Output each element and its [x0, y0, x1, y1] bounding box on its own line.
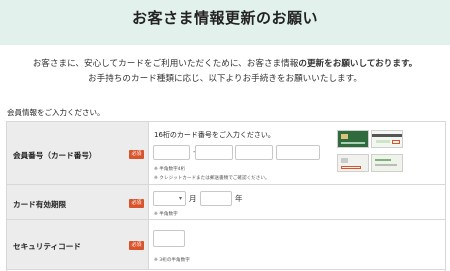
- card-number-header: 会員番号（カード番号） 必須: [7, 122, 149, 184]
- security-code-label: セキュリティコード: [13, 242, 81, 251]
- required-badge: 必須: [129, 199, 144, 208]
- card-number-input-1[interactable]: [153, 145, 190, 160]
- expiry-month-select[interactable]: ▾: [153, 191, 186, 206]
- security-code-note: ※ 3桁の半角数字: [154, 258, 190, 263]
- section-label: 会員情報をご入力ください。: [7, 108, 105, 117]
- member-info-form: 会員番号（カード番号） 必須 16桁のカード番号をご入力ください。 - - - …: [6, 121, 446, 271]
- card-number-hint: 16桁のカード番号をご入力ください。: [154, 131, 275, 139]
- card-number-label: 会員番号（カード番号）: [13, 151, 97, 160]
- month-unit: 月: [189, 194, 197, 203]
- card-number-row: 会員番号（カード番号） 必須 16桁のカード番号をご入力ください。 - - - …: [7, 122, 445, 185]
- card-image-front: [337, 130, 369, 148]
- expiry-note: ※ 半角数字: [154, 212, 178, 217]
- expiry-label: カード有効期限: [13, 200, 67, 209]
- card-image-back: [371, 130, 403, 148]
- card-image-front-alt: [337, 154, 369, 172]
- security-code-header: セキュリティコード 必須: [7, 220, 149, 269]
- card-number-note-confirm: ※ クレジットカードまたは郵送書類でご確認ください。: [154, 176, 270, 181]
- card-number-input-4[interactable]: [276, 145, 320, 160]
- intro-line-1-start: お客さまに、安心してカードをご利用いただくために、お客さま情報: [32, 59, 299, 69]
- expiry-header: カード有効期限 必須: [7, 185, 149, 219]
- required-badge: 必須: [129, 241, 144, 250]
- page-title: お客さま情報更新のお願い: [131, 9, 318, 27]
- expiry-row: カード有効期限 必須 ▾ 月 年 ※ 半角数字: [7, 185, 445, 220]
- card-number-note-digits: ※ 半角数字4桁: [154, 167, 186, 172]
- intro-line-2: お手持ちのカード種類に応じ、以下よりお手続きをお願いいたします。: [88, 74, 362, 84]
- expiry-year-input[interactable]: [200, 191, 232, 206]
- page-banner: お客さま情報更新のお願い: [0, 0, 450, 45]
- card-number-input-3[interactable]: [235, 145, 273, 160]
- year-unit: 年: [235, 194, 243, 203]
- security-code-input[interactable]: [153, 230, 185, 247]
- intro-line-1: お客さまに、安心してカードをご利用いただくために、お客さま情報の更新をお願いして…: [0, 57, 450, 69]
- required-badge: 必須: [129, 150, 144, 159]
- card-image-back-alt: [371, 154, 403, 172]
- intro-line-1-end: の更新をお願いしております。: [298, 59, 418, 69]
- card-number-input-2[interactable]: [195, 145, 233, 160]
- chevron-down-icon: ▾: [178, 195, 182, 202]
- security-code-row: セキュリティコード 必須 ※ 3桁の半角数字: [7, 220, 445, 270]
